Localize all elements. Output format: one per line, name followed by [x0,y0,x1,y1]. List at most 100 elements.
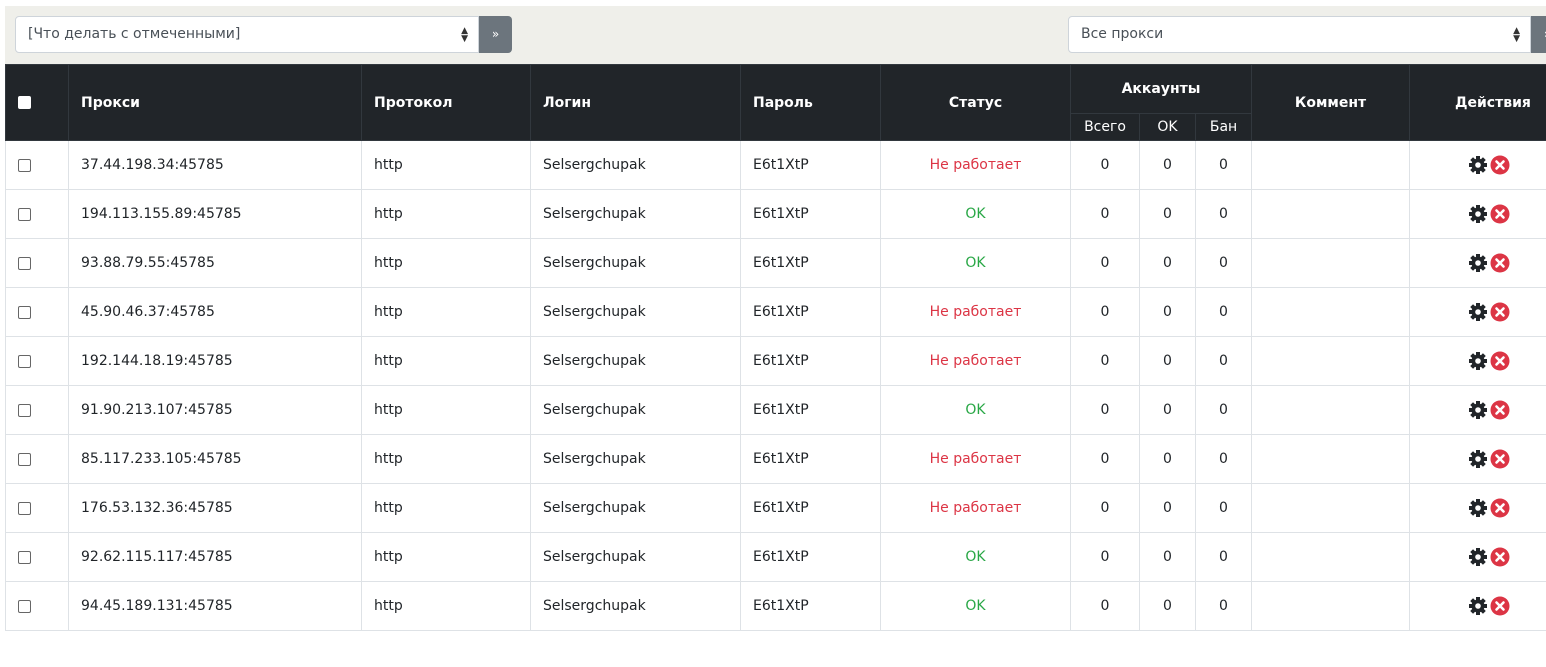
accounts-ok: 0 [1139,483,1196,533]
row-checkbox[interactable] [18,550,31,564]
gear-icon[interactable] [1468,351,1488,371]
password: E6t1XtP [740,238,881,288]
bulk-apply-button[interactable]: » [479,16,512,53]
comment [1251,287,1411,337]
accounts-ban: 0 [1194,385,1253,435]
header-login[interactable]: Логин [530,64,741,141]
login: Selsergchupak [530,434,741,484]
toolbar: [Что делать с отмеченными] ▲ ▼ » Все прокс… [5,6,1546,64]
delete-icon[interactable] [1490,449,1510,469]
row-select-cell [5,434,69,484]
comment [1251,532,1411,582]
accounts-total: 0 [1070,434,1140,484]
header-total[interactable]: Всего [1070,113,1140,141]
proxy-address: 93.88.79.55:45785 [68,238,362,288]
gear-icon[interactable] [1468,596,1488,616]
status-text: OK [880,238,1071,288]
table-row: 92.62.115.117:45785 http Selsergchupak E… [5,532,1546,582]
header-proxy[interactable]: Прокси [68,64,362,141]
protocol: http [361,287,531,337]
header-accounts: Аккаунты [1069,64,1253,114]
delete-icon[interactable] [1490,351,1510,371]
row-select-cell [5,385,69,435]
row-checkbox[interactable] [18,158,31,172]
proxy-address: 192.144.18.19:45785 [68,336,362,386]
accounts-ok: 0 [1139,189,1196,239]
delete-icon[interactable] [1490,400,1510,420]
header-ok[interactable]: OK [1139,113,1196,141]
password: E6t1XtP [740,385,881,435]
table-row: 93.88.79.55:45785 http Selsergchupak E6t… [5,238,1546,288]
status-text: Не работает [880,140,1071,190]
header-status[interactable]: Статус [880,64,1071,141]
actions-cell [1409,483,1546,533]
table-row: 194.113.155.89:45785 http Selsergchupak … [5,189,1546,239]
row-checkbox[interactable] [18,256,31,270]
delete-icon[interactable] [1490,547,1510,567]
accounts-ban: 0 [1194,483,1253,533]
gear-icon[interactable] [1468,400,1488,420]
proxy-address: 45.90.46.37:45785 [68,287,362,337]
gear-icon[interactable] [1468,204,1488,224]
delete-icon[interactable] [1490,596,1510,616]
header-protocol[interactable]: Протокол [361,64,531,141]
accounts-total: 0 [1070,581,1140,631]
row-select-cell [5,581,69,631]
select-all-checkbox[interactable] [18,96,31,109]
password: E6t1XtP [740,434,881,484]
password: E6t1XtP [740,483,881,533]
delete-icon[interactable] [1490,155,1510,175]
row-checkbox[interactable] [18,305,31,319]
status-text: OK [880,385,1071,435]
table-row: 176.53.132.36:45785 http Selsergchupak E… [5,483,1546,533]
gear-icon[interactable] [1468,547,1488,567]
delete-icon[interactable] [1490,302,1510,322]
gear-icon[interactable] [1468,253,1488,273]
protocol: http [361,189,531,239]
filter-apply-button[interactable]: » [1531,16,1546,53]
filter-select[interactable]: Все прокси ▲ ▼ [1068,16,1531,53]
delete-icon[interactable] [1490,204,1510,224]
row-checkbox[interactable] [18,452,31,466]
gear-icon[interactable] [1468,498,1488,518]
status-text: OK [880,581,1071,631]
status-text: Не работает [880,287,1071,337]
login: Selsergchupak [530,189,741,239]
actions-cell [1409,336,1546,386]
status-text: Не работает [880,434,1071,484]
actions-cell [1409,189,1546,239]
gear-icon[interactable] [1468,155,1488,175]
login: Selsergchupak [530,385,741,435]
row-select-cell [5,189,69,239]
gear-icon[interactable] [1468,302,1488,322]
accounts-total: 0 [1070,483,1140,533]
table-row: 94.45.189.131:45785 http Selsergchupak E… [5,581,1546,631]
accounts-ok: 0 [1139,336,1196,386]
bulk-action-select[interactable]: [Что делать с отмеченными] ▲ ▼ [15,16,479,53]
row-select-cell [5,336,69,386]
accounts-ban: 0 [1194,238,1253,288]
actions-cell [1409,581,1546,631]
header-comment[interactable]: Коммент [1251,64,1411,141]
password: E6t1XtP [740,581,881,631]
row-checkbox[interactable] [18,501,31,515]
actions-cell [1409,385,1546,435]
delete-icon[interactable] [1490,498,1510,518]
proxy-address: 194.113.155.89:45785 [68,189,362,239]
delete-icon[interactable] [1490,253,1510,273]
accounts-total: 0 [1070,532,1140,582]
proxy-address: 176.53.132.36:45785 [68,483,362,533]
row-select-cell [5,287,69,337]
password: E6t1XtP [740,287,881,337]
comment [1251,434,1411,484]
comment [1251,336,1411,386]
accounts-ok: 0 [1139,434,1196,484]
row-checkbox[interactable] [18,354,31,368]
gear-icon[interactable] [1468,449,1488,469]
row-checkbox[interactable] [18,207,31,221]
row-checkbox[interactable] [18,403,31,417]
password: E6t1XtP [740,140,881,190]
header-ban[interactable]: Бан [1194,113,1253,141]
row-checkbox[interactable] [18,599,31,613]
header-password[interactable]: Пароль [740,64,881,141]
